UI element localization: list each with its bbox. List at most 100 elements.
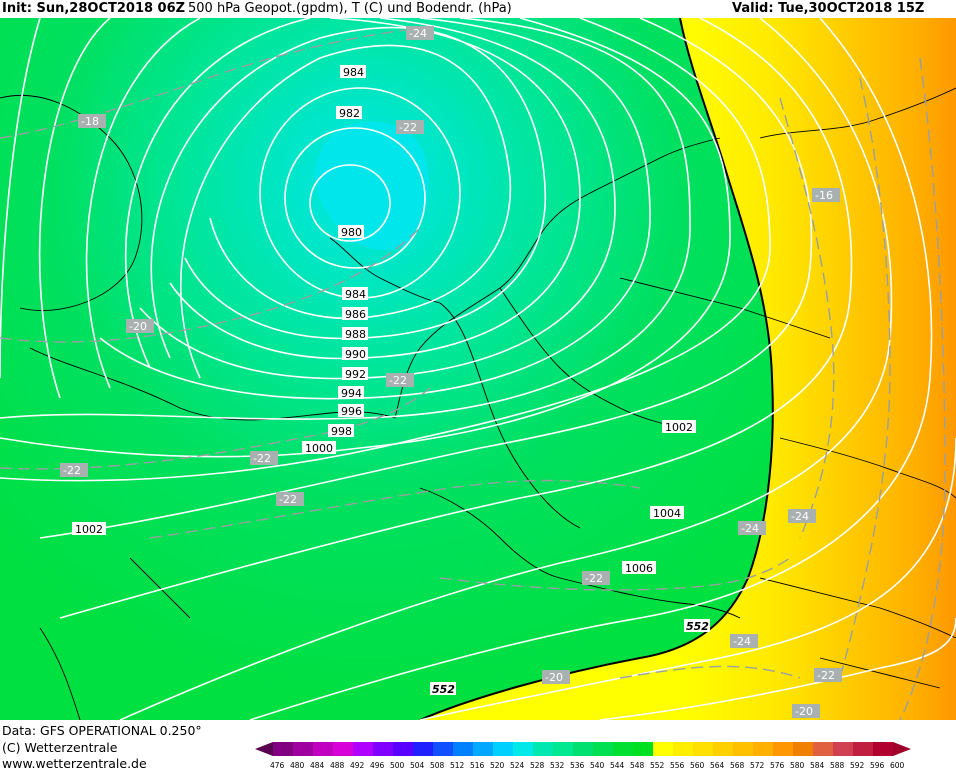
pressure-label: 996 xyxy=(341,405,362,418)
pressure-label: 984 xyxy=(345,288,366,301)
pressure-label: 1004 xyxy=(653,507,681,520)
pressure-label: 1002 xyxy=(75,523,103,536)
pressure-label: 1006 xyxy=(625,562,653,575)
colorbar-swatch xyxy=(613,742,633,756)
temperature-label: -22 xyxy=(585,572,603,585)
copyright: (C) Wetterzentrale xyxy=(2,740,118,755)
colorbar: 476 480 484 488 492 496 500 504 508 512 516 520 524 5… xyxy=(255,742,911,770)
colorbar-ticks: 476 480 484 488 492 496 500 504 508 512 516 520 524 5… xyxy=(270,761,905,770)
colorbar-tick-label: 548 xyxy=(630,761,645,770)
colorbar-tick-label: 536 xyxy=(570,761,585,770)
colorbar-tick-label: 488 xyxy=(330,761,345,770)
colorbar-swatch xyxy=(873,742,893,756)
pressure-label: 984 xyxy=(343,66,364,79)
colorbar-tick-label: 560 xyxy=(690,761,705,770)
colorbar-tick-label: 524 xyxy=(510,761,525,770)
pressure-label: 994 xyxy=(341,387,362,400)
colorbar-swatch xyxy=(753,742,773,756)
colorbar-tick-label: 484 xyxy=(310,761,325,770)
colorbar-tick-label: 572 xyxy=(750,761,765,770)
temperature-label: -24 xyxy=(741,522,759,535)
colorbar-tick-label: 600 xyxy=(890,761,905,770)
colorbar-swatch xyxy=(533,742,553,756)
colorbar-swatch xyxy=(773,742,793,756)
temperature-label: -22 xyxy=(817,669,835,682)
geopotential-label: 552 xyxy=(432,683,455,696)
pressure-label: 1002 xyxy=(665,421,693,434)
colorbar-swatch xyxy=(573,742,593,756)
temperature-label: -20 xyxy=(129,320,147,333)
colorbar-swatch xyxy=(693,742,713,756)
colorbar-swatch xyxy=(553,742,573,756)
weather-map: 984 982 980 984 986 988 990 992 994 996 998 1000 100… xyxy=(0,18,956,720)
colorbar-tick-label: 492 xyxy=(350,761,365,770)
colorbar-swatches xyxy=(255,742,911,756)
temperature-label: -16 xyxy=(815,189,833,202)
temperature-label: -22 xyxy=(399,121,417,134)
pressure-label: 1000 xyxy=(305,442,333,455)
temperature-label: -24 xyxy=(733,635,751,648)
pressure-label: 998 xyxy=(331,425,352,438)
colorbar-swatch xyxy=(813,742,833,756)
valid-time: Valid: Tue,30OCT2018 15Z xyxy=(732,1,925,16)
colorbar-swatch xyxy=(713,742,733,756)
colorbar-swatch xyxy=(473,742,493,756)
chart-header: Init: Sun,28OCT2018 06Z 500 hPa Geopot.(… xyxy=(0,0,956,18)
pressure-label: 982 xyxy=(339,107,360,120)
temperature-label: -22 xyxy=(253,452,271,465)
colorbar-arrow-left xyxy=(255,742,273,756)
colorbar-tick-label: 584 xyxy=(810,761,825,770)
colorbar-tick-label: 508 xyxy=(430,761,445,770)
colorbar-swatch xyxy=(273,742,293,756)
colorbar-tick-label: 580 xyxy=(790,761,805,770)
colorbar-tick-label: 520 xyxy=(490,761,505,770)
temperature-label: -18 xyxy=(81,115,99,128)
website-link[interactable]: www.wetterzentrale.de xyxy=(2,756,147,770)
data-source: Data: GFS OPERATIONAL 0.250° xyxy=(2,723,202,738)
colorbar-swatch xyxy=(333,742,353,756)
colorbar-tick-label: 496 xyxy=(370,761,385,770)
colorbar-swatch xyxy=(293,742,313,756)
colorbar-tick-label: 596 xyxy=(870,761,885,770)
temperature-label: -22 xyxy=(279,493,297,506)
pressure-label: 990 xyxy=(345,348,366,361)
temperature-label: -22 xyxy=(63,464,81,477)
colorbar-swatch xyxy=(373,742,393,756)
pressure-label: 980 xyxy=(341,226,362,239)
temperature-label: -22 xyxy=(389,374,407,387)
chart-title: 500 hPa Geopot.(gpdm), T (C) und Bodendr… xyxy=(188,1,512,16)
colorbar-swatch xyxy=(393,742,413,756)
init-time: Init: Sun,28OCT2018 06Z xyxy=(2,1,186,16)
colorbar-tick-label: 556 xyxy=(670,761,685,770)
pressure-label: 992 xyxy=(345,368,366,381)
colorbar-tick-label: 576 xyxy=(770,761,785,770)
temperature-label: -24 xyxy=(791,510,809,523)
geopotential-label: 552 xyxy=(686,620,709,633)
temperature-label: -20 xyxy=(545,671,563,684)
temperature-label: -24 xyxy=(409,27,427,40)
colorbar-tick-label: 540 xyxy=(590,761,605,770)
colorbar-swatch xyxy=(593,742,613,756)
colorbar-tick-label: 528 xyxy=(530,761,545,770)
colorbar-swatch xyxy=(853,742,873,756)
pressure-label: 988 xyxy=(345,328,366,341)
colorbar-swatch xyxy=(673,742,693,756)
colorbar-swatch xyxy=(653,742,673,756)
colorbar-swatch xyxy=(433,742,453,756)
colorbar-tick-label: 480 xyxy=(290,761,305,770)
colorbar-tick-label: 564 xyxy=(710,761,725,770)
colorbar-tick-label: 568 xyxy=(730,761,745,770)
colorbar-swatch xyxy=(493,742,513,756)
colorbar-tick-label: 588 xyxy=(830,761,845,770)
colorbar-swatch xyxy=(353,742,373,756)
colorbar-tick-label: 532 xyxy=(550,761,565,770)
colorbar-swatch xyxy=(453,742,473,756)
colorbar-tick-label: 512 xyxy=(450,761,465,770)
colorbar-swatch xyxy=(633,742,653,756)
colorbar-swatch xyxy=(413,742,433,756)
pressure-label: 986 xyxy=(345,308,366,321)
temperature-label: -20 xyxy=(795,705,813,718)
colorbar-arrow-right xyxy=(893,742,911,756)
colorbar-tick-label: 592 xyxy=(850,761,865,770)
colorbar-swatch xyxy=(513,742,533,756)
